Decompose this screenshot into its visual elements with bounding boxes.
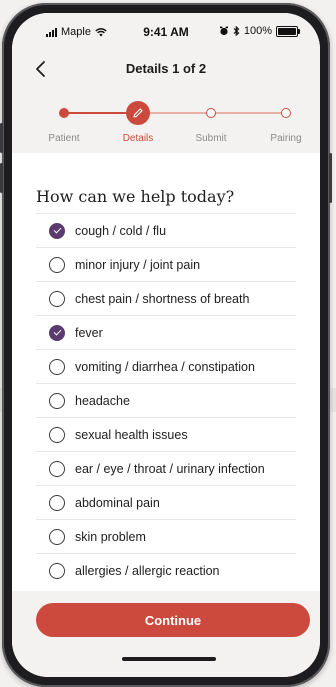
symptom-option[interactable]: skin problem [36,519,296,553]
pencil-icon [133,108,143,118]
step-dot-pairing [281,108,291,118]
step-dot-details [126,101,150,125]
battery-icon [276,25,300,37]
step-label-submit: Submit [195,133,227,144]
bluetooth-icon [233,26,240,36]
question-heading: How can we help today? [36,187,235,206]
checkbox-icon[interactable] [49,324,65,341]
volume-down-button [0,163,3,193]
symptom-option[interactable]: cough / cold / flu [36,213,296,247]
phone-frame: Maple 9:41 AM 100% Details 1 of 2 Patien… [0,3,332,687]
symptom-option[interactable]: minor injury / joint pain [36,247,296,281]
symptom-list: cough / cold / flu minor injury / joint … [36,213,296,587]
checkbox-icon[interactable] [49,256,65,273]
main-content: How can we help today? cough / cold / fl… [12,153,320,593]
checkbox-icon[interactable] [49,426,65,443]
checkbox-icon[interactable] [49,222,65,239]
checkbox-icon[interactable] [49,494,65,511]
symptom-option-label: minor injury / joint pain [75,257,201,272]
page-title: Details 1 of 2 [125,61,207,76]
home-indicator [122,657,216,661]
symptom-option-label: abdominal pain [75,495,160,510]
step-dot-submit [206,108,216,118]
status-right: 100% [219,25,300,37]
symptom-option-label: fever [75,325,103,340]
screen: Maple 9:41 AM 100% Details 1 of 2 Patien… [12,13,320,677]
symptom-option-label: cough / cold / flu [75,223,167,238]
alarm-icon [219,26,228,36]
checkbox-icon[interactable] [49,392,65,409]
checkbox-icon[interactable] [49,528,65,545]
symptom-option[interactable]: sexual health issues [36,417,296,451]
step-label-details: Details [122,133,154,144]
symptom-option[interactable]: abdominal pain [36,485,296,519]
footer: Continue [12,591,320,677]
status-bar: Maple 9:41 AM 100% [12,13,320,49]
symptom-option-label: allergies / allergic reaction [75,563,220,578]
symptom-option-label: chest pain / shortness of breath [75,291,250,306]
checkbox-icon[interactable] [49,460,65,477]
power-button [329,153,332,203]
volume-up-button [0,123,3,153]
nav-bar: Details 1 of 2 [12,49,320,89]
symptom-option-label: headache [75,393,130,408]
battery-percent: 100% [243,25,272,37]
symptom-option[interactable]: ear / eye / throat / urinary infection [36,451,296,485]
symptom-option-label: sexual health issues [75,427,188,442]
step-label-pairing: Pairing [270,133,302,144]
symptom-option-label: skin problem [75,529,146,544]
checkbox-icon[interactable] [49,290,65,307]
checkbox-icon[interactable] [49,562,65,579]
symptom-option[interactable]: chest pain / shortness of breath [36,281,296,315]
checkbox-icon[interactable] [49,358,65,375]
symptom-option[interactable]: allergies / allergic reaction [36,553,296,587]
symptom-option[interactable]: headache [36,383,296,417]
step-label-patient: Patient [48,133,80,144]
symptom-option[interactable]: fever [36,315,296,349]
symptom-option[interactable]: vomiting / diarrhea / constipation [36,349,296,383]
continue-button[interactable]: Continue [36,603,310,637]
symptom-option-label: vomiting / diarrhea / constipation [75,359,255,374]
step-dot-patient [59,108,69,118]
symptom-option-label: ear / eye / throat / urinary infection [75,461,265,476]
progress-stepper: Patient Details Submit Pairing [12,89,320,153]
